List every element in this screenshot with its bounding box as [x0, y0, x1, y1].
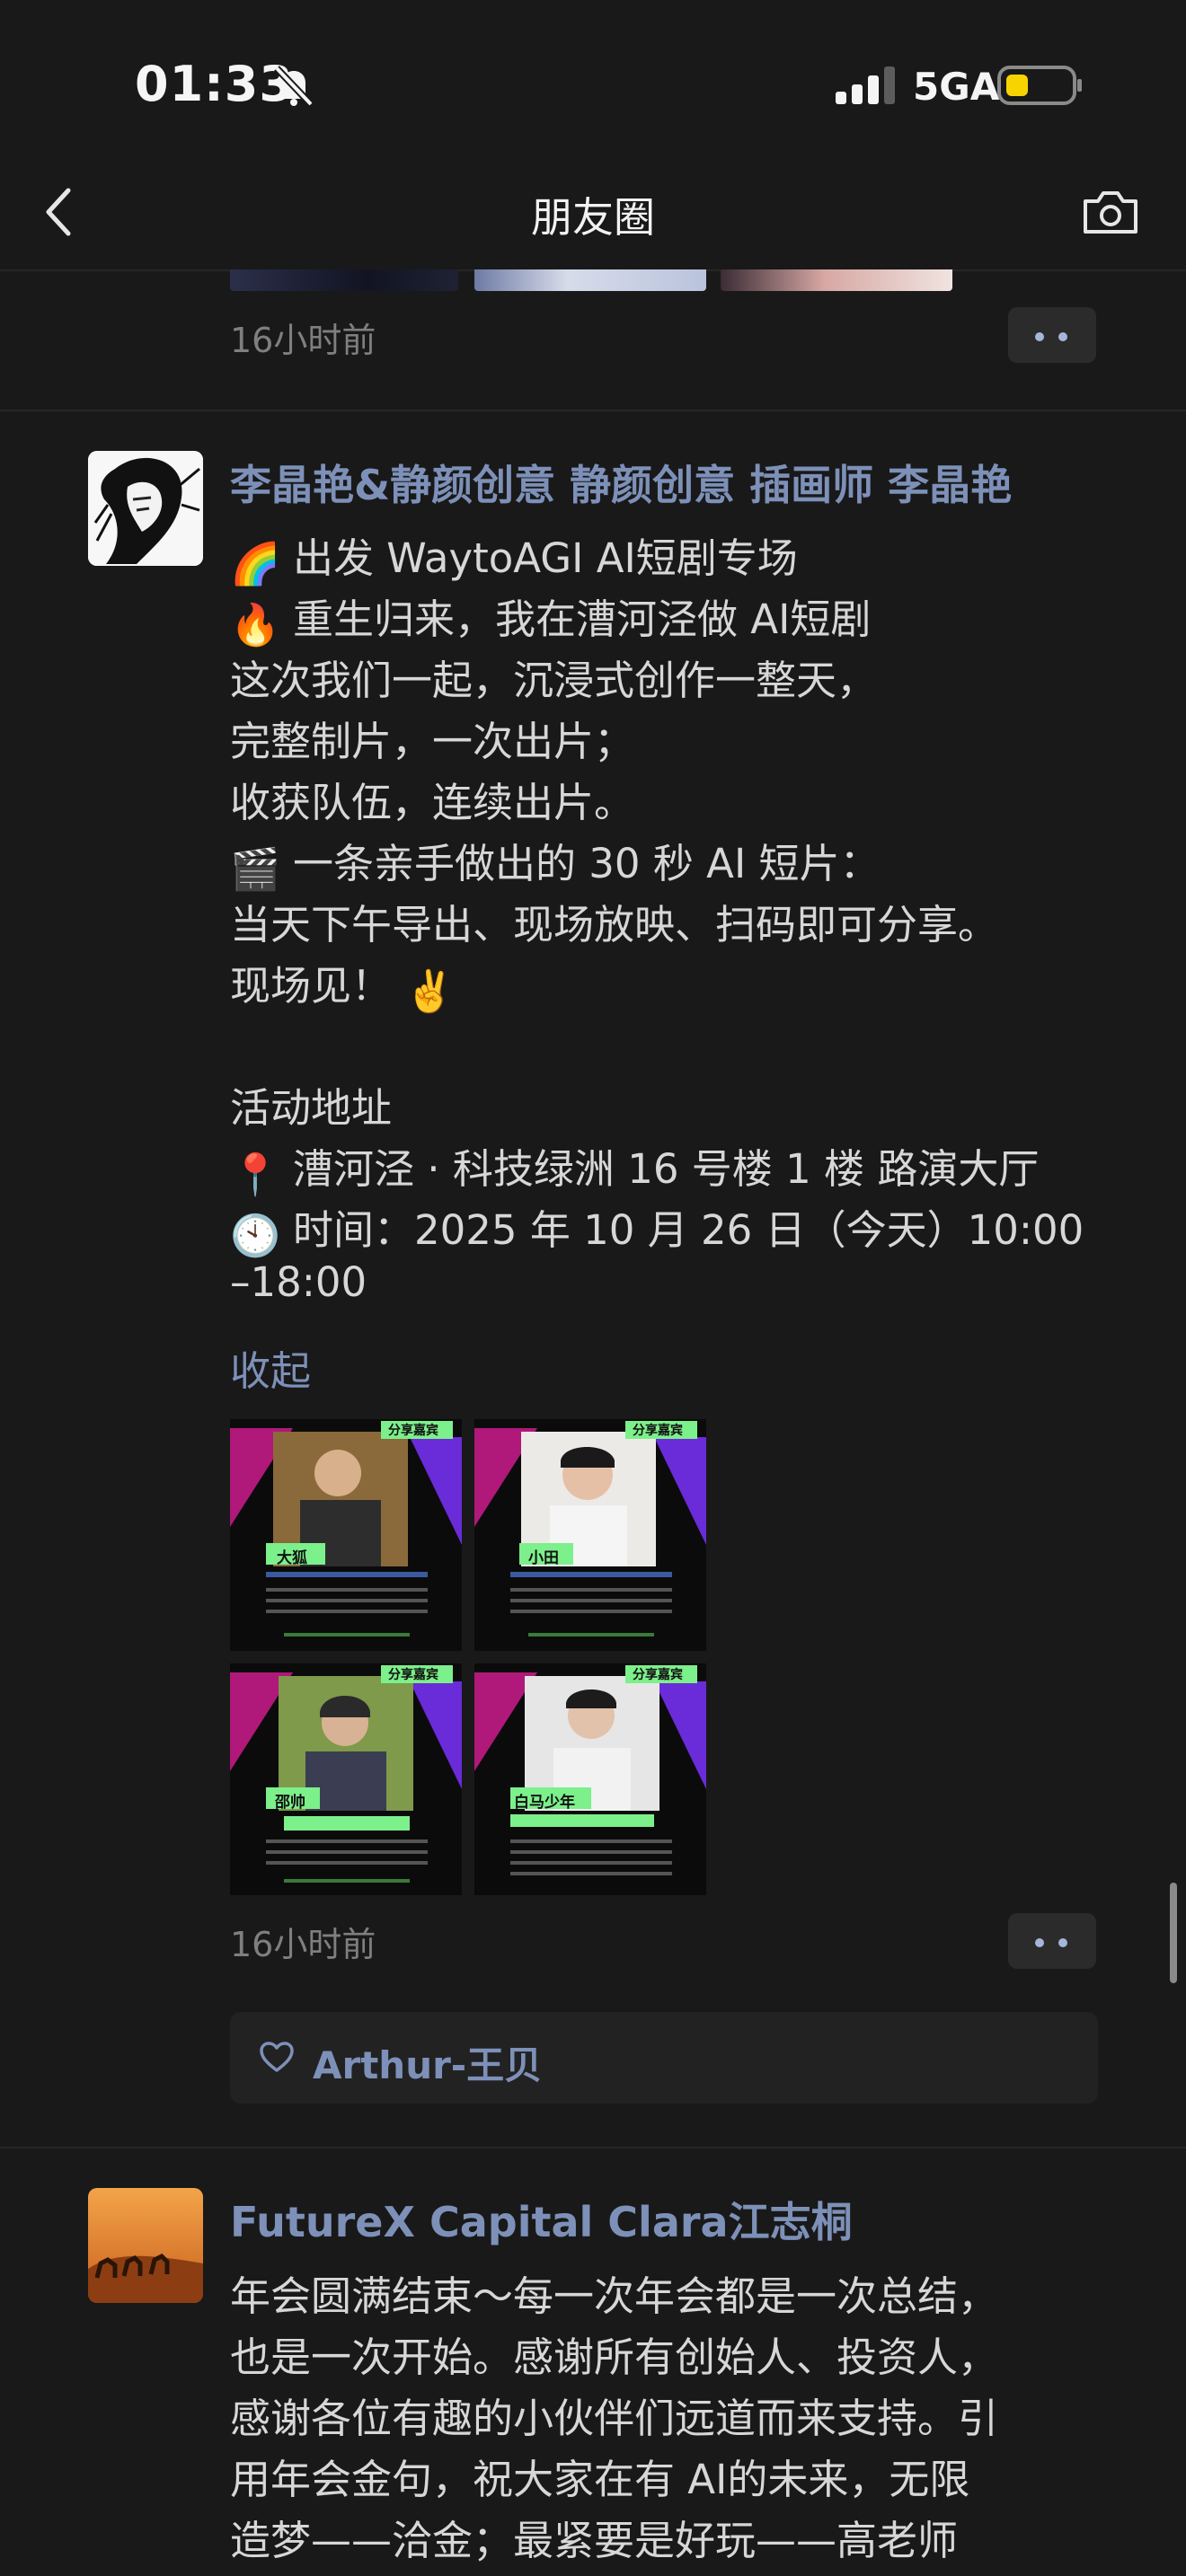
speaker-card-image	[230, 1663, 462, 1895]
avatar[interactable]	[88, 2188, 203, 2303]
post-text-line: 造梦——洽金；最紧要是好玩——高老师	[230, 2517, 959, 2564]
signal-icon	[836, 66, 895, 104]
heart-icon	[260, 2042, 294, 2072]
card-tag: 分享嘉宾	[633, 1424, 683, 1438]
post-text-line: 🌈 出发 WaytoAGI AI短剧专场	[230, 534, 798, 587]
prev-photo-3[interactable]	[721, 269, 952, 291]
card-name: 大狐	[277, 1549, 307, 1567]
likes-box: Arthur-王贝	[230, 2012, 1098, 2104]
divider	[0, 2147, 1186, 2148]
clock-emoji-icon: 🕙	[230, 1212, 281, 1259]
prev-post-more-button[interactable]	[1008, 307, 1096, 363]
prev-post-time: 16小时前	[230, 321, 376, 360]
pin-emoji-icon: 📍	[230, 1151, 281, 1198]
post-more-button[interactable]	[1008, 1913, 1096, 1969]
prev-photo-1[interactable]	[230, 269, 458, 291]
card-name: 白马少年	[514, 1794, 575, 1812]
battery-icon	[997, 66, 1082, 105]
post-photo[interactable]: 分享嘉宾 邵帅	[230, 1663, 462, 1895]
rainbow-emoji-icon: 🌈	[230, 540, 281, 587]
like-user-name[interactable]: Arthur-王贝	[313, 2035, 542, 2090]
speaker-card-image	[230, 1419, 462, 1651]
card-tag: 分享嘉宾	[633, 1668, 683, 1682]
speaker-card-image	[474, 1663, 706, 1895]
post-author[interactable]: FutureX Capital Clara江志桐	[230, 2190, 853, 2249]
post-photo[interactable]: 分享嘉宾 小田	[474, 1419, 706, 1651]
avatar-illustration	[88, 451, 203, 566]
post-text-line: 年会圆满结束～每一次年会都是一次总结，	[230, 2272, 999, 2320]
post-text-line: –18:00	[230, 1258, 367, 1306]
bell-muted-icon	[274, 66, 314, 107]
post-text-line: 🕙 时间：2025 年 10 月 26 日（今天）10:00	[230, 1206, 1084, 1259]
post-text-line: 活动地址	[230, 1084, 393, 1132]
card-name: 小田	[528, 1549, 559, 1567]
post-text-line: 感谢各位有趣的小伙伴们远道而来支持。引	[230, 2395, 999, 2442]
victory-hand-emoji-icon: ✌️	[404, 967, 456, 1015]
post-text-line: 收获队伍，连续出片。	[230, 779, 635, 826]
card-tag: 分享嘉宾	[388, 1668, 438, 1682]
scrollbar[interactable]	[1170, 1883, 1177, 1983]
divider	[0, 410, 1186, 411]
camera-icon[interactable]	[1082, 189, 1139, 235]
clapper-emoji-icon: 🎬	[230, 845, 281, 893]
post-text-line: 完整制片，一次出片；	[230, 718, 635, 765]
post-text-line: 🔥 重生归来，我在漕河泾做 AI短剧	[230, 595, 872, 648]
card-tag: 分享嘉宾	[388, 1424, 438, 1438]
post-text-line: 🎬 一条亲手做出的 30 秒 AI 短片：	[230, 840, 881, 893]
post-text-line: 当天下午导出、现场放映、扫码即可分享。	[230, 901, 999, 948]
post-text-line: 也是一次开始。感谢所有创始人、投资人，	[230, 2333, 999, 2381]
post-photo[interactable]: 分享嘉宾 白马少年	[474, 1663, 706, 1895]
post-text-line: 现场见！ ✌️	[230, 953, 467, 1015]
fire-emoji-icon: 🔥	[230, 601, 281, 648]
prev-photo-2[interactable]	[474, 269, 706, 291]
card-name: 邵帅	[275, 1794, 305, 1812]
speaker-card-image	[474, 1419, 706, 1651]
post-time: 16小时前	[230, 1925, 376, 1964]
post-photo[interactable]: 分享嘉宾 大狐	[230, 1419, 462, 1651]
collapse-link[interactable]: 收起	[230, 1338, 311, 1397]
desert-camel-avatar-image	[88, 2188, 203, 2303]
post-author[interactable]: 李晶艳&静颜创意 静颜创意 插画师 李晶艳	[230, 453, 1012, 512]
page-title: 朋友圈	[531, 193, 655, 242]
post-text-line: 用年会金句，祝大家在有 AI的未来，无限	[230, 2456, 970, 2503]
avatar[interactable]	[88, 451, 203, 566]
post-text-line: 📍 漕河泾 · 科技绿洲 16 号楼 1 楼 路演大厅	[230, 1145, 1040, 1198]
network-type: 5GA	[913, 65, 1000, 109]
post-text-line: 这次我们一起，沉浸式创作一整天，	[230, 657, 878, 704]
status-time: 01:33	[135, 56, 294, 112]
